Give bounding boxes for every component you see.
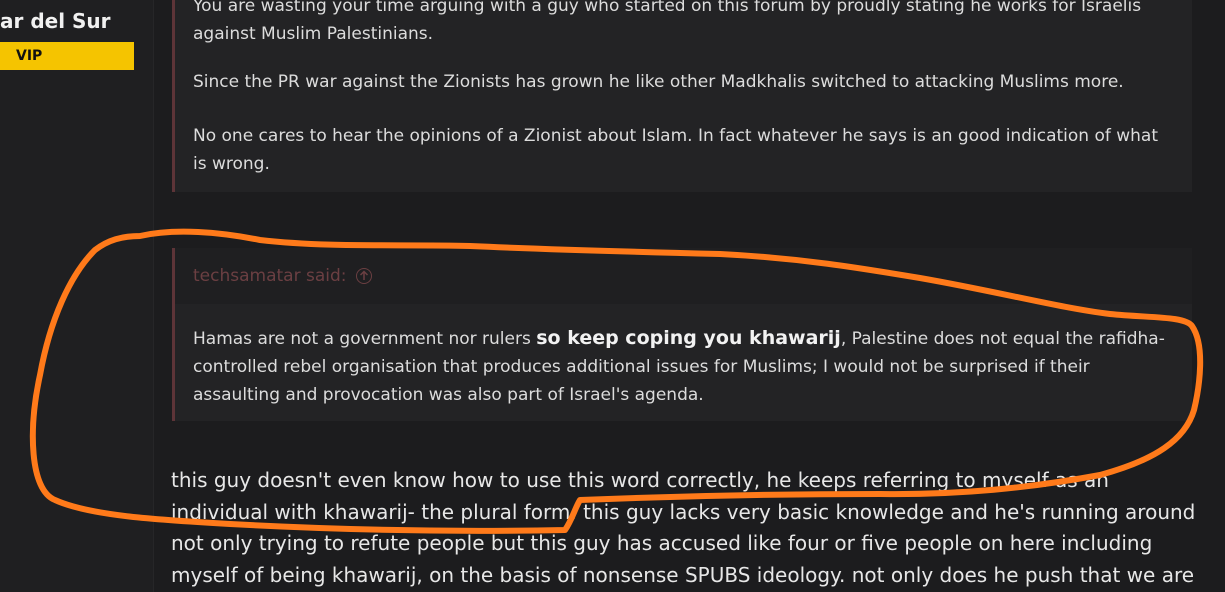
quote-paragraph: You are wasting your time arguing with a… <box>193 0 1142 44</box>
quote-paragraph: No one cares to hear the opinions of a Z… <box>193 126 1158 174</box>
quote-author-link[interactable]: techsamatar said: <box>193 266 347 286</box>
post-body-text: this guy doesn't even know how to use th… <box>171 468 1196 587</box>
quote-block: techsamatar said: Hamas are not a govern… <box>172 248 1192 421</box>
quote-emphasis: so keep coping you khawarij <box>536 327 841 349</box>
nested-quote-block: You are wasting your time arguing with a… <box>172 0 1192 192</box>
arrow-up-circle-icon[interactable] <box>356 268 372 284</box>
quote-header: techsamatar said: <box>175 248 1192 304</box>
user-badge-vip: VIP <box>0 42 134 70</box>
quote-paragraph: Since the PR war against the Zionists ha… <box>193 72 1124 92</box>
username[interactable]: ar del Sur <box>0 9 111 33</box>
user-sidebar: ar del Sur VIP <box>0 0 153 592</box>
quote-text: Hamas are not a government nor rulers so… <box>193 327 1165 405</box>
